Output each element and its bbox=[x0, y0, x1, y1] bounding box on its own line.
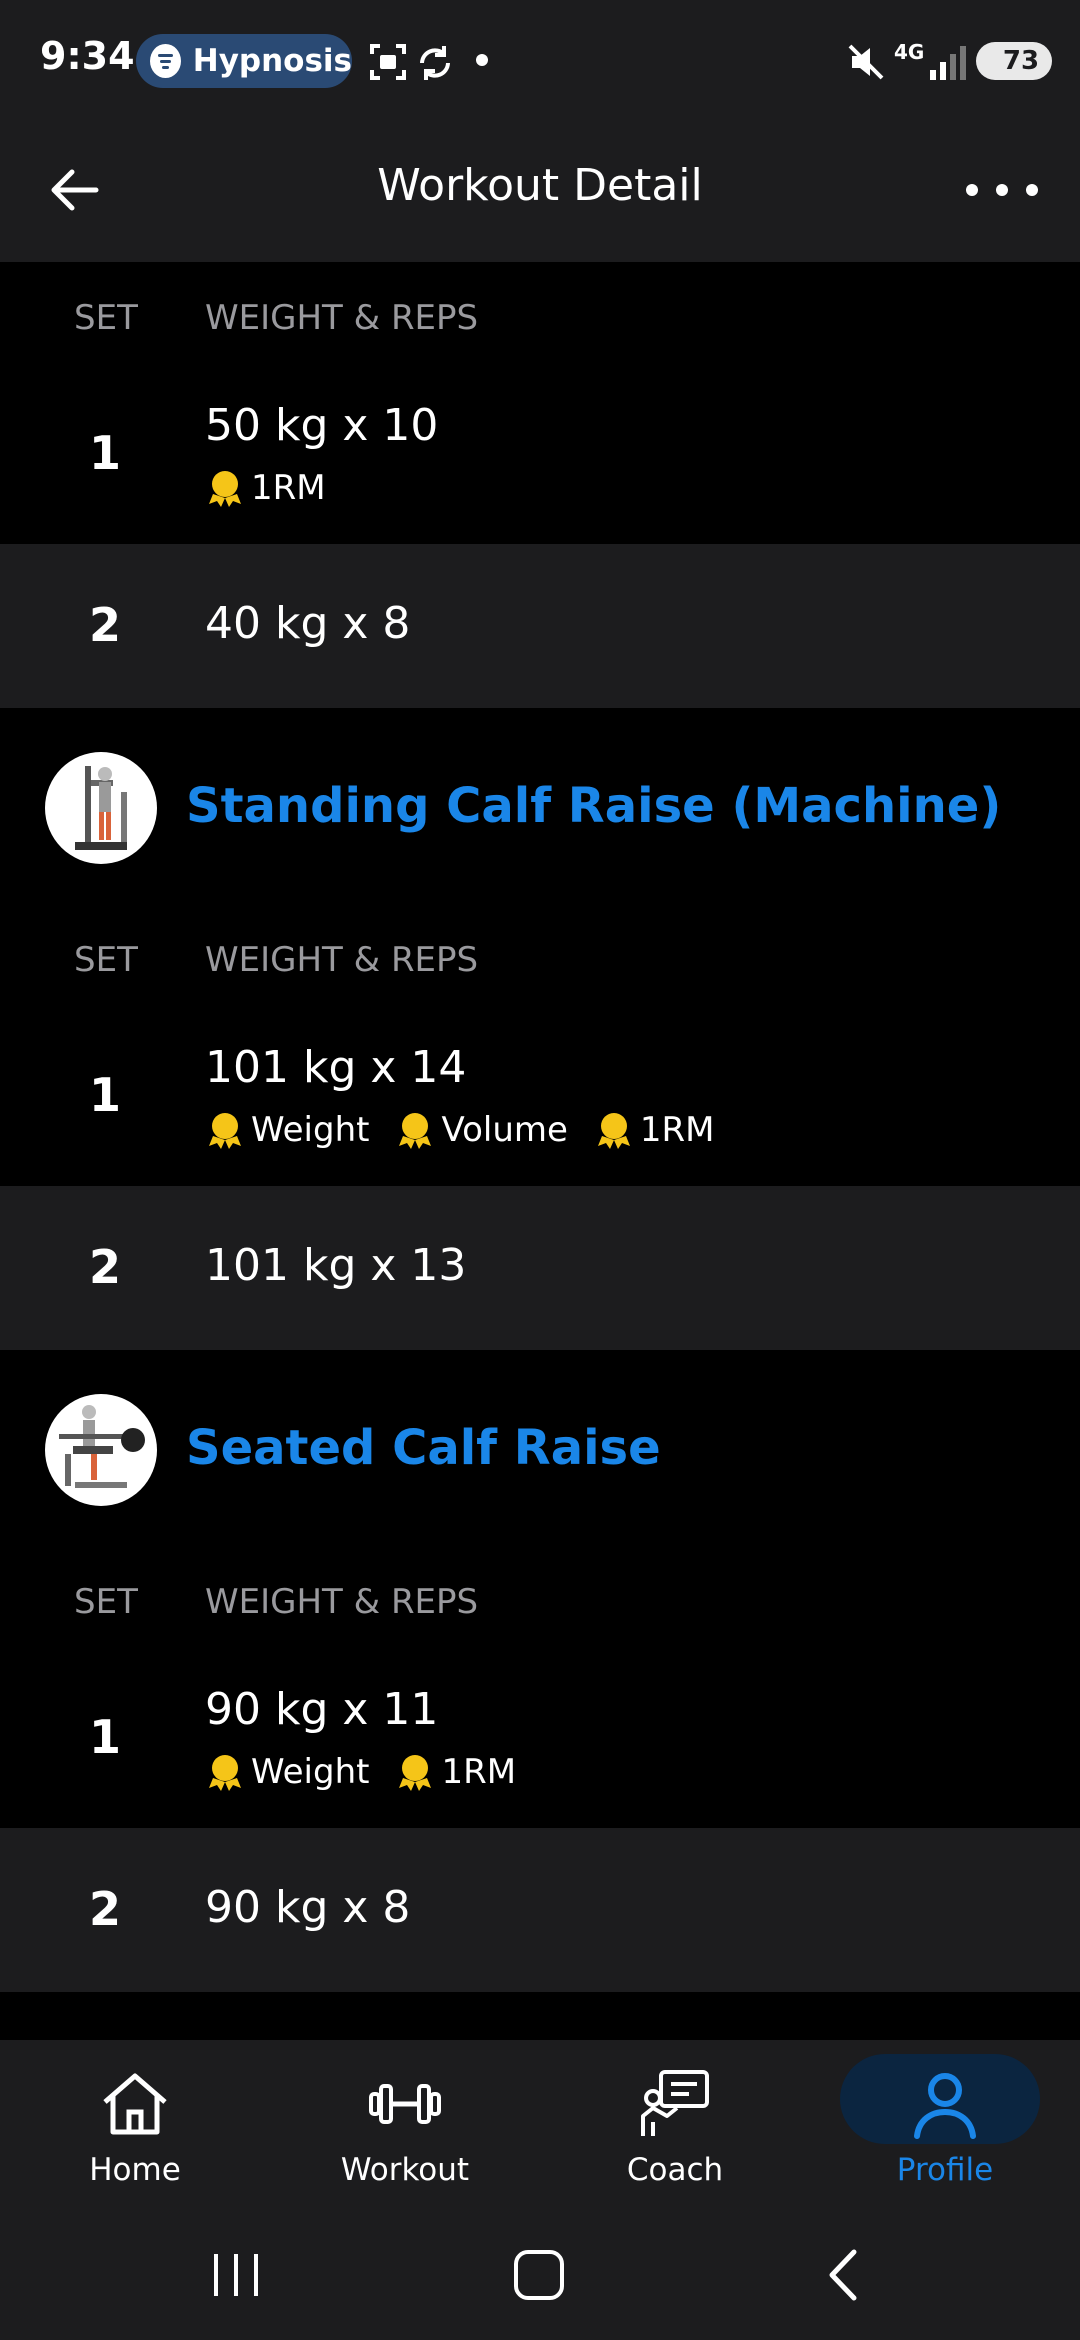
exercise-header[interactable]: Seated Calf Raise bbox=[0, 1350, 1080, 1546]
mute-icon bbox=[848, 44, 884, 80]
exercise-name[interactable]: Standing Calf Raise (Machine) bbox=[186, 778, 1001, 834]
weight-reps-header-label: WEIGHT & REPS bbox=[205, 1582, 479, 1622]
set-weight-reps: 101 kg x 13 bbox=[205, 1240, 467, 1291]
pr-badge: 1RM bbox=[205, 468, 326, 508]
set-number: 1 bbox=[88, 1068, 121, 1122]
pr-badges: Weight Volume 1RM bbox=[205, 1110, 741, 1150]
calf-raise-machine-image bbox=[75, 766, 127, 850]
bottom-navigation: Home Workout Coach Profile bbox=[0, 2040, 1080, 2210]
pr-badge-label: Weight bbox=[251, 1110, 370, 1150]
notification-dot bbox=[476, 54, 488, 66]
spotify-track-label: Hypnosis bbox=[192, 43, 352, 79]
nav-coach[interactable]: Coach bbox=[540, 2040, 810, 2210]
status-bar: 9:34 Hypnosis 4G 73 bbox=[0, 0, 1080, 120]
medal-icon bbox=[399, 1755, 432, 1791]
medal-icon bbox=[209, 1113, 241, 1149]
pr-badges: 1RM bbox=[205, 468, 352, 508]
signal-icon bbox=[930, 46, 966, 80]
set-row: 2 101 kg x 13 bbox=[0, 1186, 1080, 1350]
set-weight-reps: 50 kg x 10 bbox=[205, 400, 439, 451]
nav-profile-label: Profile bbox=[896, 2152, 994, 2188]
spotify-icon bbox=[150, 44, 181, 78]
pr-badge-label: 1RM bbox=[639, 1110, 715, 1150]
set-weight-reps: 40 kg x 8 bbox=[205, 598, 411, 649]
more-options-icon[interactable] bbox=[966, 170, 1038, 210]
nav-home-label: Home bbox=[89, 2152, 181, 2188]
set-number: 1 bbox=[88, 426, 121, 480]
app-header: Workout Detail bbox=[0, 120, 1080, 262]
nav-coach-label: Coach bbox=[626, 2152, 724, 2188]
set-header-label: SET bbox=[74, 940, 138, 980]
pr-badge-label: 1RM bbox=[441, 1752, 517, 1792]
page-title: Workout Detail bbox=[377, 160, 703, 211]
set-weight-reps: 90 kg x 8 bbox=[205, 1882, 411, 1933]
profile-icon bbox=[914, 2073, 976, 2139]
set-header-label: SET bbox=[74, 298, 138, 338]
set-row: 1 50 kg x 10 1RM bbox=[0, 372, 1080, 544]
seated-calf-raise-image bbox=[59, 1405, 145, 1488]
nav-workout[interactable]: Workout bbox=[270, 2040, 540, 2210]
weight-reps-header-label: WEIGHT & REPS bbox=[205, 940, 479, 980]
medal-icon bbox=[399, 1113, 432, 1149]
pr-badge: Weight bbox=[205, 1110, 369, 1150]
set-header-label: SET bbox=[74, 1582, 138, 1622]
pr-badge-label: Weight bbox=[251, 1752, 370, 1792]
system-back-icon[interactable] bbox=[804, 2240, 884, 2310]
pr-badge-label: 1RM bbox=[251, 468, 326, 508]
nav-workout-label: Workout bbox=[340, 2152, 470, 2188]
spotify-now-playing-pill[interactable]: Hypnosis bbox=[136, 34, 352, 88]
set-weight-reps: 101 kg x 14 bbox=[205, 1042, 467, 1093]
network-type: 4G bbox=[894, 40, 925, 64]
workout-detail-screen: 9:34 Hypnosis 4G 73 Workout Detail SET W… bbox=[0, 0, 1080, 2340]
recent-apps-icon[interactable] bbox=[196, 2240, 276, 2310]
battery-indicator: 73 bbox=[976, 42, 1052, 80]
exercise-thumbnail bbox=[45, 752, 157, 864]
exercise-thumbnail bbox=[45, 1394, 157, 1506]
set-column-header: SET WEIGHT & REPS bbox=[0, 1546, 1080, 1656]
exercise-name[interactable]: Seated Calf Raise bbox=[186, 1420, 661, 1476]
sync-icon bbox=[420, 46, 450, 80]
pr-badge: Weight bbox=[205, 1752, 369, 1792]
dumbbell-icon bbox=[369, 2084, 441, 2124]
pr-badge: Volume bbox=[395, 1110, 568, 1150]
set-weight-reps: 90 kg x 11 bbox=[205, 1684, 439, 1735]
nav-home[interactable]: Home bbox=[0, 2040, 270, 2210]
medal-icon bbox=[597, 1113, 630, 1149]
set-column-header: SET WEIGHT & REPS bbox=[0, 262, 1080, 372]
medal-icon bbox=[209, 1755, 241, 1791]
exercise-header[interactable]: Standing Calf Raise (Machine) bbox=[0, 708, 1080, 904]
pr-badge: 1RM bbox=[594, 1110, 715, 1150]
set-row: 2 40 kg x 8 bbox=[0, 544, 1080, 708]
screenshot-icon bbox=[370, 44, 406, 80]
set-row: 1 90 kg x 11 Weight 1RM bbox=[0, 1656, 1080, 1828]
nav-profile[interactable]: Profile bbox=[810, 2040, 1080, 2210]
home-button-icon[interactable] bbox=[500, 2240, 580, 2310]
set-column-header: SET WEIGHT & REPS bbox=[0, 904, 1080, 1014]
set-number: 2 bbox=[88, 598, 121, 652]
pr-badge: 1RM bbox=[395, 1752, 516, 1792]
set-number: 2 bbox=[88, 1882, 121, 1936]
set-number: 2 bbox=[88, 1240, 121, 1294]
pr-badges: Weight 1RM bbox=[205, 1752, 542, 1792]
set-number: 1 bbox=[88, 1710, 121, 1764]
pr-badge-label: Volume bbox=[441, 1110, 568, 1150]
system-navigation-bar bbox=[0, 2210, 1080, 2340]
status-time: 9:34 bbox=[40, 34, 135, 78]
set-row: 1 101 kg x 14 Weight Volume 1RM bbox=[0, 1014, 1080, 1186]
weight-reps-header-label: WEIGHT & REPS bbox=[205, 298, 479, 338]
set-row: 2 90 kg x 8 bbox=[0, 1828, 1080, 1992]
workout-exercise-list[interactable]: SET WEIGHT & REPS 1 50 kg x 10 1RM 2 40 … bbox=[0, 262, 1080, 2040]
home-icon bbox=[103, 2073, 167, 2135]
coach-icon bbox=[641, 2070, 709, 2136]
medal-icon bbox=[209, 471, 241, 507]
